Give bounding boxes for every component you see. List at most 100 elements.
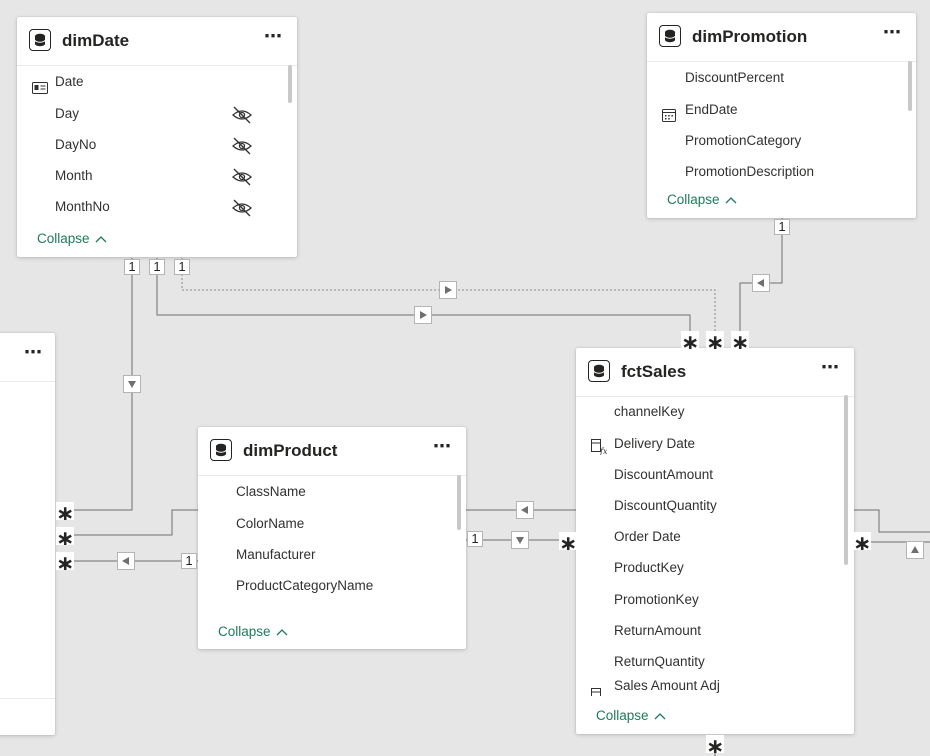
field-row[interactable]: Date xyxy=(17,67,283,97)
field-row[interactable]: Day xyxy=(17,99,283,129)
field-row[interactable]: MonthNo xyxy=(17,192,283,222)
divider xyxy=(0,698,55,699)
field-name: ClassName xyxy=(236,484,306,499)
table-title: dimProduct xyxy=(243,441,338,460)
field-name: Day xyxy=(55,106,80,121)
table-title: fctSales xyxy=(621,362,687,381)
field-name: ProductKey xyxy=(614,560,684,575)
field-name: DiscountPercent xyxy=(685,70,785,85)
chevron-up-icon xyxy=(276,624,288,639)
field-name: Delivery Date xyxy=(614,436,696,451)
table-card-dimpromotion[interactable]: dimPromotion ⋯ DiscountPercent EndDate P… xyxy=(647,13,916,218)
field-row[interactable]: EndDate xyxy=(647,95,902,125)
scrollbar[interactable] xyxy=(844,395,848,565)
table-card-dimproduct[interactable]: dimProduct ⋯ ClassName ColorName Manufac… xyxy=(198,427,466,649)
more-options-icon[interactable]: ⋯ xyxy=(264,27,283,45)
scrollbar[interactable] xyxy=(288,65,292,103)
more-options-icon[interactable]: ⋯ xyxy=(433,437,452,455)
cardinality-many: ∗ xyxy=(56,552,74,570)
rel-line-dimdate-fctsales xyxy=(156,258,691,348)
chevron-up-icon xyxy=(95,231,107,246)
field-name: Date xyxy=(55,74,84,89)
cardinality-one: 1 xyxy=(181,553,197,569)
field-row[interactable]: PromotionKey xyxy=(576,585,840,615)
table-title: dimDate xyxy=(62,31,130,50)
collapse-button[interactable]: Collapse xyxy=(667,192,737,207)
table-icon xyxy=(659,25,681,47)
field-row[interactable]: ProductCategoryName xyxy=(198,571,452,601)
table-icon xyxy=(588,360,610,382)
filter-direction-arrow-icon[interactable] xyxy=(516,501,534,519)
filter-direction-arrow-icon[interactable] xyxy=(511,531,529,549)
field-row[interactable]: DiscountQuantity xyxy=(576,491,840,521)
field-row[interactable]: ReturnQuantity xyxy=(576,647,840,677)
field-row[interactable]: Manufacturer xyxy=(198,540,452,570)
field-row[interactable]: PromotionDescription xyxy=(647,157,902,187)
calculated-column-icon xyxy=(591,685,607,696)
hidden-eye-icon[interactable] xyxy=(231,198,253,228)
field-row[interactable]: Order Date xyxy=(576,522,840,552)
cardinality-many: ∗ xyxy=(706,331,724,349)
collapse-button[interactable]: Collapse xyxy=(37,231,107,246)
field-row[interactable]: DiscountPercent xyxy=(647,63,902,93)
filter-direction-arrow-icon[interactable] xyxy=(414,306,432,324)
field-name: ReturnQuantity xyxy=(614,654,705,669)
field-name: Month xyxy=(55,168,93,183)
field-row[interactable]: Month xyxy=(17,161,283,191)
more-options-icon[interactable]: ⋯ xyxy=(821,358,840,376)
table-icon xyxy=(210,439,232,461)
filter-direction-arrow-icon[interactable] xyxy=(752,274,770,292)
collapse-label: Collapse xyxy=(596,708,649,723)
field-row[interactable]: DiscountAmount xyxy=(576,460,840,490)
cardinality-many: ∗ xyxy=(681,331,699,349)
field-row[interactable]: ProductKey xyxy=(576,553,840,583)
field-row[interactable]: fx Delivery Date xyxy=(576,429,840,459)
field-row[interactable]: PromotionCategory xyxy=(647,126,902,156)
field-row[interactable]: channelKey xyxy=(576,397,840,427)
field-row[interactable]: ClassName xyxy=(198,477,452,507)
field-name: Manufacturer xyxy=(236,547,316,562)
cardinality-many: ∗ xyxy=(706,735,724,753)
table-header: dimPromotion ⋯ xyxy=(647,13,916,62)
field-name: DiscountAmount xyxy=(614,467,714,482)
rel-line-dimproduct-left xyxy=(56,509,198,536)
field-row[interactable]: ColorName xyxy=(198,509,452,539)
cardinality-many: ∗ xyxy=(559,532,577,550)
field-row[interactable]: ReturnAmount xyxy=(576,616,840,646)
model-view-canvas[interactable]: ⋯ dimDate ⋯ Date Day DayNo Month MonthNo… xyxy=(0,0,930,756)
table-card-fctsales[interactable]: fctSales ⋯ channelKey fx Delivery Date D… xyxy=(576,348,854,734)
more-options-icon[interactable]: ⋯ xyxy=(883,23,902,41)
cardinality-one: 1 xyxy=(149,259,165,275)
field-name: DiscountQuantity xyxy=(614,498,717,513)
chevron-up-icon xyxy=(654,708,666,723)
table-icon xyxy=(29,29,51,51)
table-header: fctSales ⋯ xyxy=(576,348,854,397)
filter-direction-arrow-icon[interactable] xyxy=(439,281,457,299)
scrollbar[interactable] xyxy=(908,61,912,111)
cardinality-many: ∗ xyxy=(56,502,74,520)
filter-direction-arrow-icon[interactable] xyxy=(123,375,141,393)
cardinality-many: ∗ xyxy=(56,527,74,545)
table-header: dimDate ⋯ xyxy=(17,17,297,66)
collapse-button[interactable]: Collapse xyxy=(596,708,666,723)
field-row[interactable]: Sales Amount Adj xyxy=(576,678,840,696)
filter-direction-arrow-icon[interactable] xyxy=(117,552,135,570)
table-title: dimPromotion xyxy=(692,27,808,46)
table-card-partial-left[interactable]: ⋯ xyxy=(0,333,55,735)
cardinality-many: ∗ xyxy=(731,331,749,349)
table-card-dimdate[interactable]: dimDate ⋯ Date Day DayNo Month MonthNo C… xyxy=(17,17,297,257)
more-options-icon[interactable]: ⋯ xyxy=(24,343,43,361)
field-name: DayNo xyxy=(55,137,97,152)
field-row[interactable]: DayNo xyxy=(17,130,283,160)
cardinality-many: ∗ xyxy=(853,532,871,550)
svg-text:fx: fx xyxy=(599,447,607,455)
field-name: PromotionCategory xyxy=(685,133,802,148)
collapse-button[interactable]: Collapse xyxy=(218,624,288,639)
field-name: Order Date xyxy=(614,529,681,544)
scrollbar[interactable] xyxy=(457,475,461,530)
filter-direction-arrow-icon[interactable] xyxy=(906,541,924,559)
field-name: MonthNo xyxy=(55,199,110,214)
field-name: ColorName xyxy=(236,516,305,531)
field-name: PromotionDescription xyxy=(685,164,815,179)
collapse-label: Collapse xyxy=(37,231,90,246)
